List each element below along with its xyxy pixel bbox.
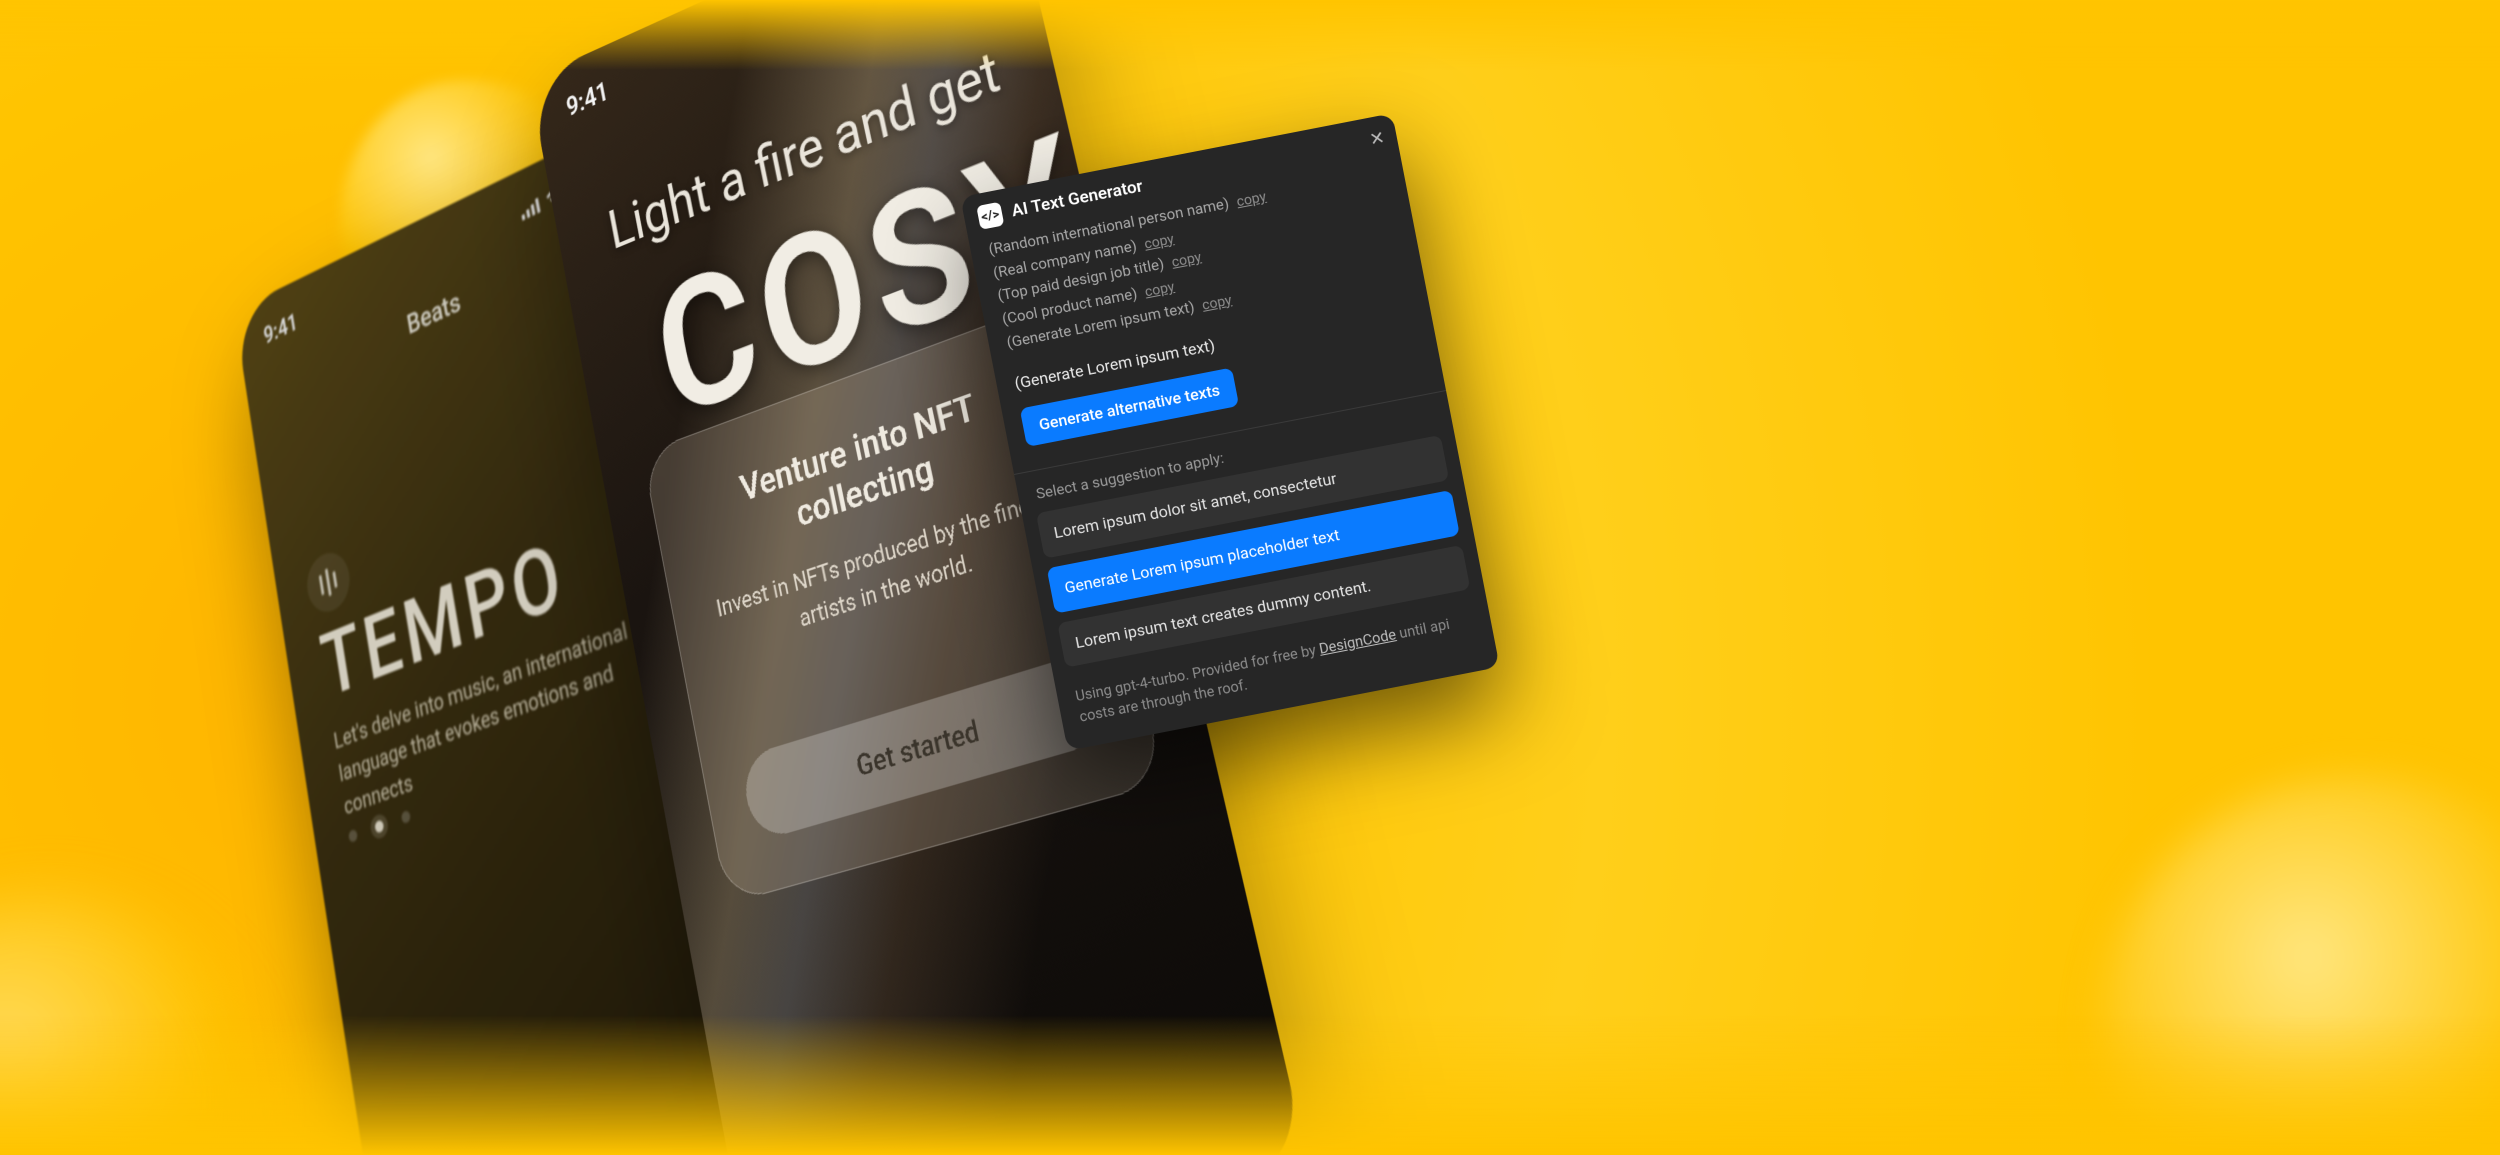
fade-overlay: [0, 1015, 2500, 1155]
generate-button-label: Generate alternative texts: [1037, 381, 1221, 435]
copy-link[interactable]: copy: [1200, 290, 1233, 317]
status-time: 9:41: [262, 309, 299, 351]
plugin-icon: </>: [976, 202, 1004, 230]
status-time: 9:41: [564, 76, 611, 123]
designcode-link[interactable]: DesignCode: [1318, 626, 1398, 658]
signal-icon: [520, 197, 541, 220]
fade-overlay: [0, 0, 2500, 70]
get-started-label: Get started: [854, 714, 983, 784]
stage: 9:41 Beats TEMPO Let's delve into music,…: [0, 0, 2500, 1155]
